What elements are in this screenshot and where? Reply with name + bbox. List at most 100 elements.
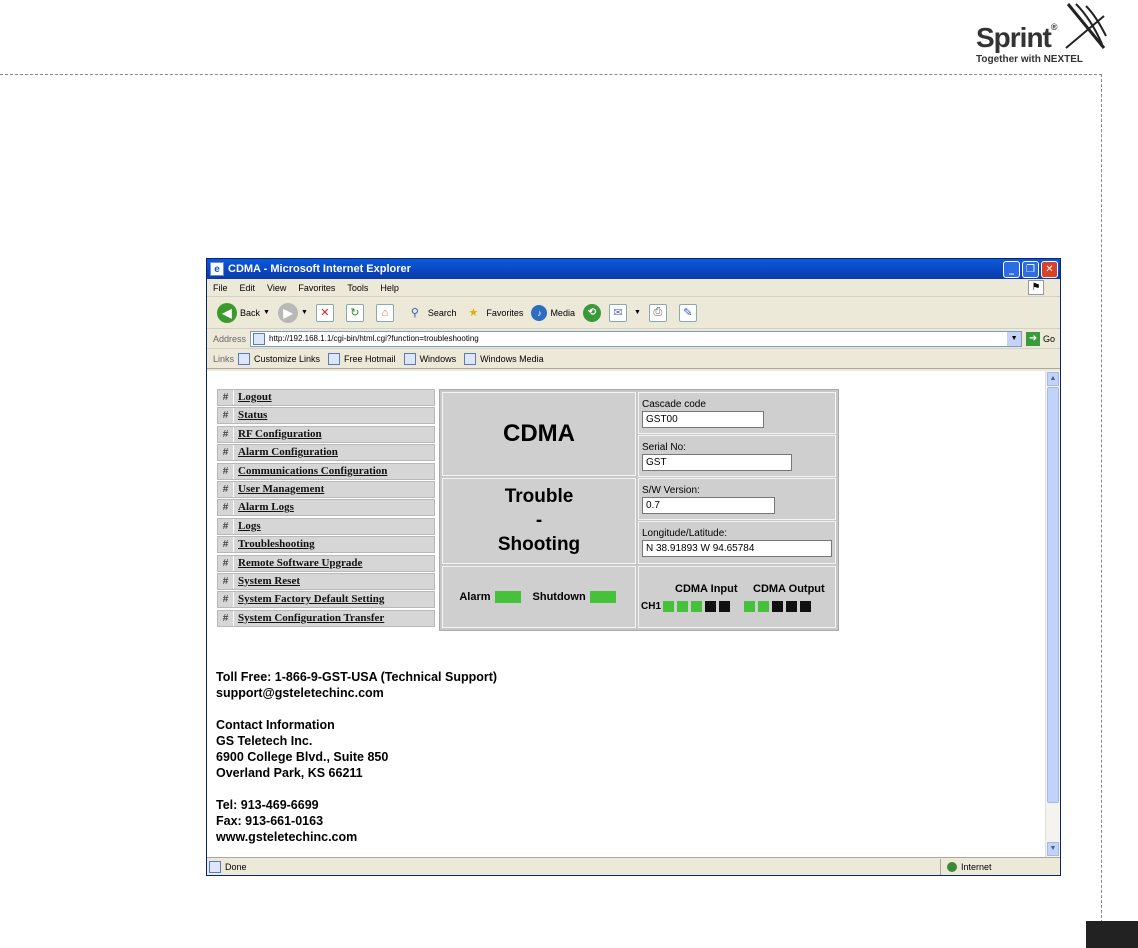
cascade-code-field[interactable]: GST00: [642, 411, 764, 428]
menu-view[interactable]: View: [267, 283, 286, 293]
link-windows-media[interactable]: Windows Media: [464, 352, 544, 365]
history-button[interactable]: ⟲: [582, 303, 601, 322]
go-button[interactable]: Go: [1043, 334, 1055, 344]
go-arrow-icon[interactable]: ➜: [1026, 331, 1041, 346]
subtitle-line-1: Trouble: [504, 486, 574, 507]
close-button[interactable]: ✕: [1041, 260, 1058, 278]
history-icon: ⟲: [582, 303, 601, 322]
sw-version-cell: S/W Version: 0.7: [638, 478, 836, 520]
nav-link[interactable]: Logs: [234, 519, 261, 534]
scroll-down-icon[interactable]: ▼: [1047, 842, 1059, 856]
nav-bullet: #: [218, 390, 234, 405]
menu-favorites[interactable]: Favorites: [298, 283, 335, 293]
zone-label: Internet: [961, 861, 992, 872]
vertical-scrollbar[interactable]: ▲ ▼: [1045, 371, 1060, 857]
shutdown-label: Shutdown: [532, 591, 586, 603]
back-button[interactable]: ◀ Back ▼: [217, 302, 270, 323]
menu-tools[interactable]: Tools: [347, 283, 368, 293]
nav-link[interactable]: System Factory Default Setting: [234, 592, 384, 607]
media-button[interactable]: ♪ Media: [531, 304, 575, 321]
nav-item-logout[interactable]: # Logout: [217, 389, 435, 406]
stop-button[interactable]: ✕: [315, 303, 338, 322]
nav-item-user-management[interactable]: # User Management: [217, 480, 435, 498]
link-label: Windows: [419, 353, 457, 364]
nav-link[interactable]: RF Configuration: [234, 427, 322, 442]
nav-item-system-configuration-transfer[interactable]: # System Configuration Transfer: [217, 609, 435, 627]
nav-link[interactable]: Status: [234, 408, 267, 423]
nav-link[interactable]: User Management: [234, 482, 324, 497]
nav-link[interactable]: System Reset: [234, 574, 300, 589]
nav-item-communications-configuration[interactable]: # Communications Configuration: [217, 462, 435, 480]
stop-icon: ✕: [315, 303, 334, 322]
cdma-input-label: CDMA Input: [675, 583, 738, 595]
channel-row: CH1: [641, 601, 814, 612]
nav-item-system-reset[interactable]: # System Reset: [217, 572, 435, 590]
home-button[interactable]: ⌂: [375, 303, 398, 322]
link-label: Windows Media: [480, 353, 544, 364]
nav-bullet: #: [218, 573, 234, 589]
scroll-thumb[interactable]: [1047, 387, 1059, 803]
nav-item-alarm-logs[interactable]: # Alarm Logs: [217, 499, 435, 517]
nav-link[interactable]: Alarm Logs: [234, 500, 294, 515]
output-led: [744, 601, 756, 612]
serial-number-field[interactable]: GST: [642, 454, 792, 471]
input-led: [719, 601, 731, 612]
nav-item-remote-software-upgrade[interactable]: # Remote Software Upgrade: [217, 554, 435, 572]
nav-link[interactable]: Communications Configuration: [234, 464, 387, 479]
mail-button[interactable]: ✉ ▼: [608, 303, 641, 322]
scroll-up-icon[interactable]: ▲: [1047, 372, 1059, 386]
input-led: [663, 601, 675, 612]
link-free-hotmail[interactable]: Free Hotmail: [328, 352, 396, 365]
ie-page-icon: e: [210, 262, 224, 276]
status-bar: Done Internet: [207, 857, 1060, 875]
minimize-button[interactable]: _: [1003, 260, 1020, 278]
forward-button[interactable]: ▶ ▼: [277, 302, 308, 323]
nav-link[interactable]: Troubleshooting: [234, 537, 315, 552]
menu-edit[interactable]: Edit: [240, 283, 256, 293]
telephone: Tel: 913-469-6699: [216, 798, 319, 812]
edit-button[interactable]: ✎: [678, 303, 701, 322]
search-button[interactable]: ⚲ Search: [406, 304, 457, 322]
nav-link[interactable]: Alarm Configuration: [234, 445, 338, 460]
link-customize-links[interactable]: Customize Links: [238, 352, 321, 365]
edit-icon: ✎: [678, 303, 697, 322]
nav-item-rf-configuration[interactable]: # RF Configuration: [217, 425, 435, 443]
print-button[interactable]: ⎙: [648, 303, 671, 322]
support-email[interactable]: support@gsteletechinc.com: [216, 685, 497, 701]
nav-bullet: #: [218, 445, 234, 461]
sprint-logo: Sprint® Together with NEXTEL: [972, 2, 1112, 68]
chevron-down-icon: ▼: [263, 309, 270, 316]
favorites-button[interactable]: ★ Favorites: [464, 304, 523, 322]
nav-bullet: #: [218, 500, 234, 516]
menu-file[interactable]: File: [213, 283, 228, 293]
favorites-label: Favorites: [486, 307, 524, 318]
menu-help[interactable]: Help: [380, 283, 399, 293]
company-name: GS Teletech Inc.: [216, 734, 313, 748]
nav-item-status[interactable]: # Status: [217, 407, 435, 425]
nav-link[interactable]: Remote Software Upgrade: [234, 556, 362, 571]
nav-item-troubleshooting[interactable]: # Troubleshooting: [217, 536, 435, 554]
address-input[interactable]: http://192.168.1.1/cgi-bin/html.cgi?func…: [250, 330, 1023, 347]
website[interactable]: www.gsteletechinc.com: [216, 829, 497, 845]
page-icon: [238, 352, 251, 365]
longitude-latitude-field[interactable]: N 38.91893 W 94.65784: [642, 540, 832, 557]
link-windows[interactable]: Windows: [403, 352, 457, 365]
link-label: Customize Links: [254, 353, 321, 364]
nav-item-alarm-configuration[interactable]: # Alarm Configuration: [217, 444, 435, 462]
nav-bullet: #: [218, 463, 234, 479]
nav-link[interactable]: Logout: [234, 390, 272, 405]
address-dropdown-icon[interactable]: ▼: [1007, 331, 1022, 346]
nav-item-system-factory-default-setting[interactable]: # System Factory Default Setting: [217, 591, 435, 609]
nav-item-logs[interactable]: # Logs: [217, 517, 435, 535]
contact-heading: Contact Information: [216, 718, 335, 732]
links-label: Links: [213, 353, 235, 364]
restore-button[interactable]: ❐: [1022, 260, 1039, 278]
search-icon: ⚲: [410, 307, 419, 319]
nav-link[interactable]: System Configuration Transfer: [234, 611, 384, 626]
cdma-output-label: CDMA Output: [753, 583, 825, 595]
refresh-button[interactable]: ↻: [345, 303, 368, 322]
window-title: CDMA - Microsoft Internet Explorer: [228, 263, 411, 275]
sw-version-field[interactable]: 0.7: [642, 497, 775, 514]
page-divider: [0, 74, 1102, 75]
page-icon: [403, 352, 416, 365]
